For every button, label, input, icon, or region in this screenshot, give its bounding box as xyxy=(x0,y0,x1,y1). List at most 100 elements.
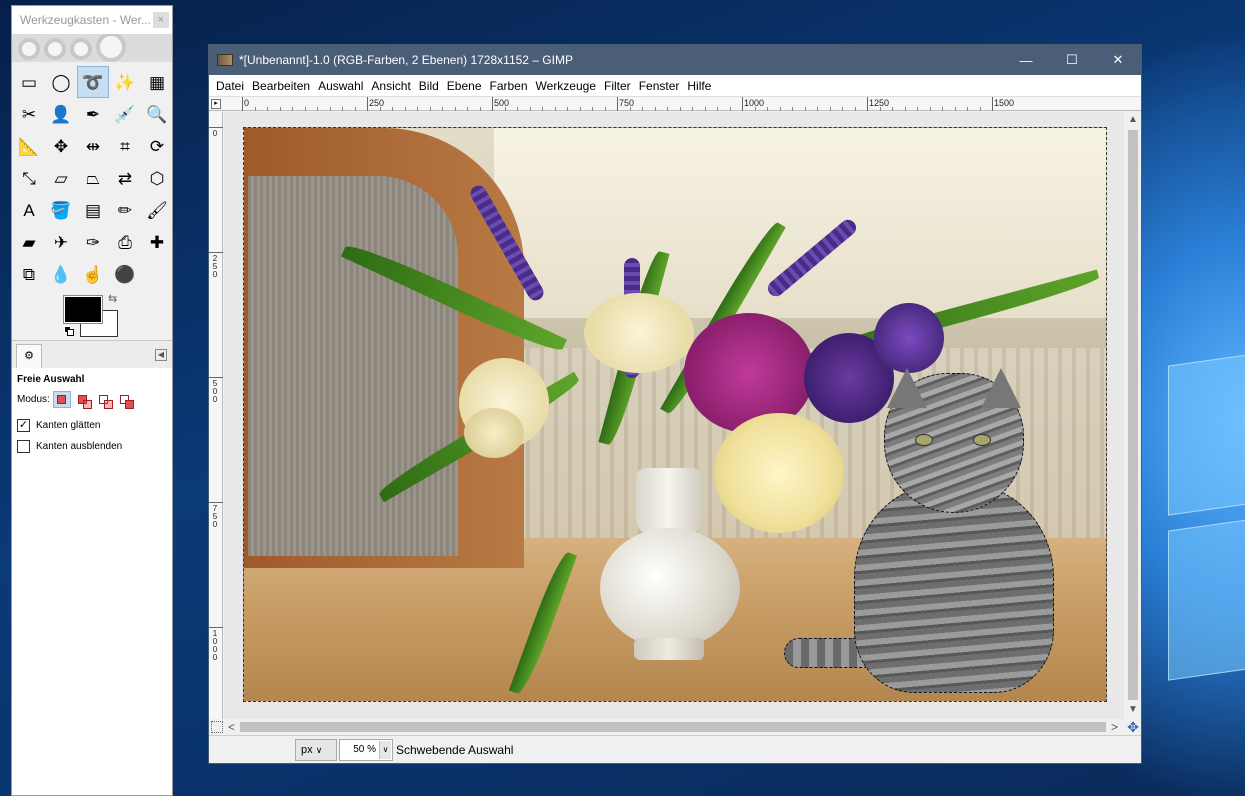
tool-button[interactable]: ⤡ xyxy=(13,162,45,194)
menu-filter[interactable]: Filter xyxy=(603,79,638,93)
tool-button[interactable]: ⌗ xyxy=(109,130,141,162)
ruler-minor-tick xyxy=(767,107,768,111)
zoom-select[interactable]: 50 % ∨ xyxy=(339,739,393,761)
tool-button[interactable]: 💉 xyxy=(109,98,141,130)
menu-fenster[interactable]: Fenster xyxy=(638,79,687,93)
close-button[interactable]: ✕ xyxy=(1095,45,1141,75)
menu-datei[interactable]: Datei xyxy=(215,79,251,93)
menu-ansicht[interactable]: Ansicht xyxy=(370,79,417,93)
navigate-icon[interactable]: ✥ xyxy=(1125,719,1141,735)
tool-button[interactable]: ⧉ xyxy=(13,258,45,290)
tool-button[interactable]: 💧 xyxy=(45,258,77,290)
vertical-scrollbar[interactable]: ▲ ▼ xyxy=(1125,112,1141,719)
tool-button[interactable]: ⏢ xyxy=(77,162,109,194)
menu-bild[interactable]: Bild xyxy=(418,79,446,93)
tool-button[interactable]: ✑ xyxy=(77,226,109,258)
tool-button[interactable]: ⇹ xyxy=(77,130,109,162)
tool-button[interactable]: ✚ xyxy=(141,226,173,258)
tool-button[interactable]: ◯ xyxy=(45,66,77,98)
scroll-right-icon[interactable]: > xyxy=(1111,720,1118,734)
align-icon: ⇹ xyxy=(85,136,101,156)
ruler-minor-tick xyxy=(892,107,893,111)
tool-button[interactable]: 🔍 xyxy=(141,98,173,130)
tool-options-tab[interactable]: ⚙ xyxy=(16,344,42,368)
perspective-clone-icon: ⧉ xyxy=(22,264,36,284)
tool-button[interactable]: 📐 xyxy=(13,130,45,162)
tab-menu-icon[interactable]: ◀ xyxy=(155,349,167,361)
ruler-minor-tick xyxy=(279,107,281,111)
tool-button[interactable]: ▦ xyxy=(141,66,173,98)
tool-button[interactable]: ▱ xyxy=(45,162,77,194)
maximize-button[interactable]: ☐ xyxy=(1049,45,1095,75)
tool-button[interactable]: ✏ xyxy=(109,194,141,226)
tool-button[interactable]: ⎙ xyxy=(109,226,141,258)
tool-button[interactable]: 🖌 xyxy=(141,194,173,226)
menu-werkzeuge[interactable]: Werkzeuge xyxy=(535,79,603,93)
foreground-color-swatch[interactable] xyxy=(64,296,102,323)
minimize-button[interactable]: — xyxy=(1003,45,1049,75)
ruler-minor-tick xyxy=(854,107,856,111)
ruler-minor-tick xyxy=(829,107,831,111)
menu-ebene[interactable]: Ebene xyxy=(446,79,489,93)
ruler-minor-tick xyxy=(929,107,931,111)
tool-button[interactable]: ✥ xyxy=(45,130,77,162)
ruler-minor-tick xyxy=(729,107,731,111)
toolbox-close-button[interactable]: × xyxy=(153,12,169,28)
select-by-color-icon: ▦ xyxy=(148,72,166,92)
menu-hilfe[interactable]: Hilfe xyxy=(686,79,718,93)
ruler-minor-tick xyxy=(579,107,581,111)
mode-replace-button[interactable] xyxy=(52,391,71,408)
mode-subtract-button[interactable] xyxy=(95,391,114,409)
window-controls: — ☐ ✕ xyxy=(1003,45,1141,75)
vertical-scroll-thumb[interactable] xyxy=(1128,130,1138,700)
floating-selection[interactable] xyxy=(784,368,1064,693)
toolbox-titlebar[interactable]: Werkzeugkasten - Wer... xyxy=(12,6,172,34)
image-canvas[interactable] xyxy=(243,127,1107,702)
tool-button[interactable]: 🪣 xyxy=(45,194,77,226)
crop-icon: ⌗ xyxy=(120,136,130,156)
scroll-up-icon[interactable]: ▲ xyxy=(1128,114,1138,125)
menu-farben[interactable]: Farben xyxy=(489,79,535,93)
horizontal-scrollbar[interactable]: < > xyxy=(224,719,1124,735)
tool-button[interactable]: ☝ xyxy=(77,258,109,290)
tool-button[interactable]: ▤ xyxy=(77,194,109,226)
horizontal-ruler[interactable]: 0 250 500 750 1000 1250 1500 xyxy=(226,97,1121,111)
ruler-menu-button[interactable]: ▸ xyxy=(211,99,221,109)
tool-button[interactable]: ✂ xyxy=(13,98,45,130)
chevron-down-icon[interactable]: ∨ xyxy=(379,741,391,759)
ruler-major-tick xyxy=(209,627,223,628)
tool-button[interactable]: ✈ xyxy=(45,226,77,258)
flip-icon: ⇄ xyxy=(117,168,133,188)
tool-button[interactable]: ✒ xyxy=(77,98,109,130)
vertical-ruler[interactable]: 0 2 5 0 5 0 0 7 5 0 1 0 0 0 xyxy=(209,112,223,719)
tool-button[interactable]: 👤 xyxy=(45,98,77,130)
mode-intersect-button[interactable] xyxy=(116,391,135,409)
tool-button[interactable]: A xyxy=(13,194,45,226)
tool-button[interactable]: ▭ xyxy=(13,66,45,98)
tool-button[interactable]: ⟳ xyxy=(141,130,173,162)
swap-colors-icon[interactable]: ⇆ xyxy=(108,292,117,305)
horizontal-ruler-row: ▸ 0 250 500 750 1000 1250 1500 xyxy=(209,97,1141,111)
mode-add-button[interactable] xyxy=(74,391,93,409)
tool-button[interactable]: ▰ xyxy=(13,226,45,258)
canvas-area[interactable] xyxy=(224,112,1124,719)
unit-select[interactable]: px ∨ xyxy=(295,739,337,761)
menu-bearbeiten[interactable]: Bearbeiten xyxy=(251,79,317,93)
menu-auswahl[interactable]: Auswahl xyxy=(317,79,370,93)
window-titlebar[interactable]: *[Unbenannt]-1.0 (RGB-Farben, 2 Ebenen) … xyxy=(209,45,1141,75)
horizontal-scroll-thumb[interactable] xyxy=(240,722,1106,732)
unit-value: px xyxy=(301,744,313,756)
feather-checkbox[interactable] xyxy=(17,440,30,453)
scroll-down-icon[interactable]: ▼ xyxy=(1128,704,1138,715)
tool-button[interactable]: ✨ xyxy=(109,66,141,98)
tool-button[interactable]: ⇄ xyxy=(109,162,141,194)
paintbrush-icon: 🖌 xyxy=(146,200,168,220)
scroll-left-icon[interactable]: < xyxy=(228,720,235,734)
tool-button[interactable]: ➰ xyxy=(77,66,109,98)
tool-button[interactable]: ⬡ xyxy=(141,162,173,194)
quick-mask-toggle[interactable] xyxy=(211,721,223,733)
default-colors-icon[interactable] xyxy=(64,326,74,336)
tool-button[interactable]: ⚫ xyxy=(109,258,141,290)
rect-select-icon: ▭ xyxy=(20,72,38,92)
antialias-checkbox[interactable]: ✓ xyxy=(17,419,30,432)
